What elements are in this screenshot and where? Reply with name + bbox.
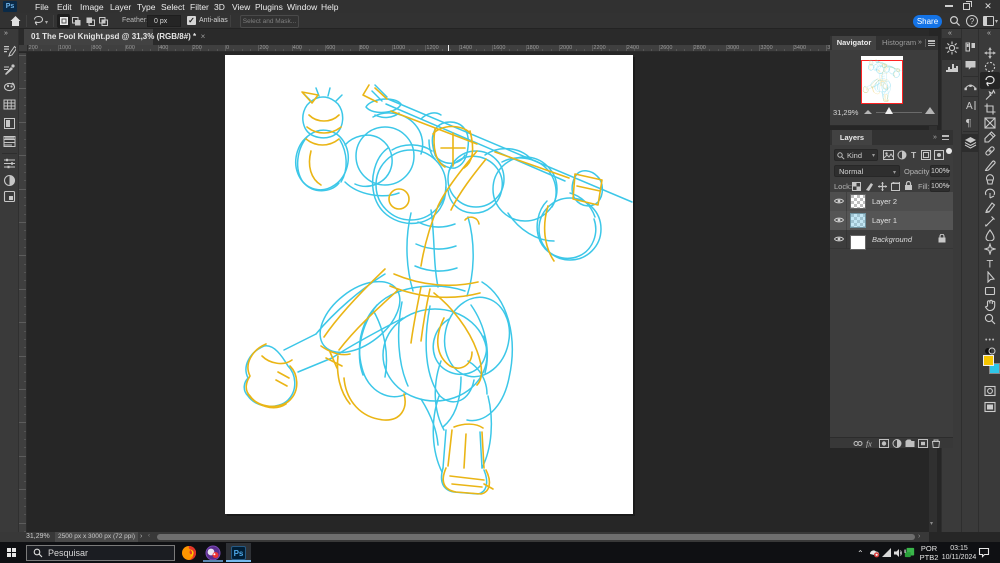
svg-text:¶: ¶ (966, 117, 971, 128)
svg-text:A: A (966, 101, 973, 112)
svg-text:T: T (987, 259, 994, 270)
svg-text:fx: fx (866, 440, 872, 449)
